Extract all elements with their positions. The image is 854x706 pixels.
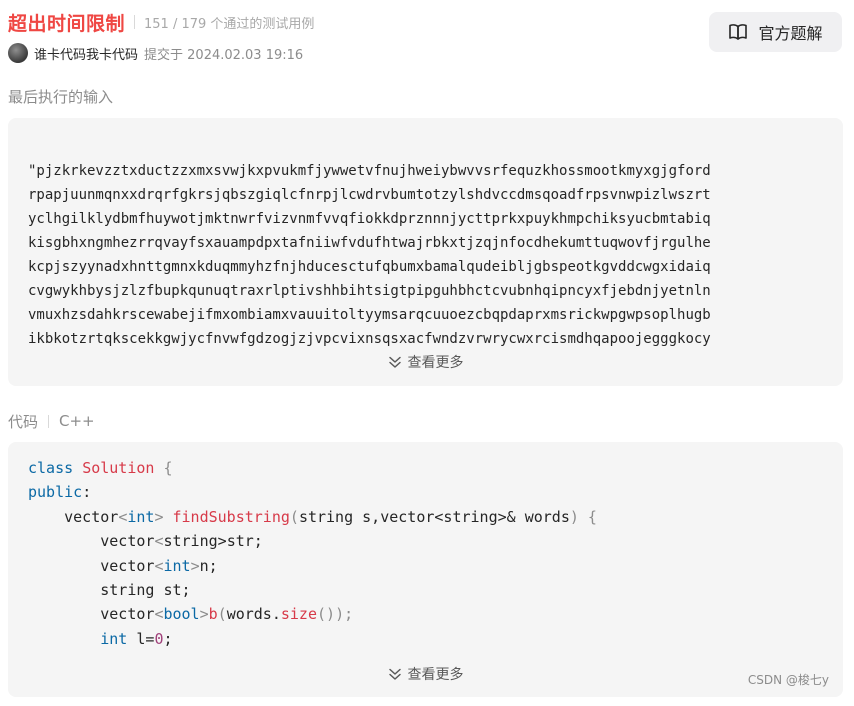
watermark: CSDN @梭七y (747, 673, 829, 687)
code-token: > (199, 605, 209, 624)
input-line: kisgbhxngmhezrrqvayfsxauampdpxtafniiwfvd… (28, 235, 711, 251)
code-language: C++ (59, 412, 95, 430)
code-token: public (28, 483, 83, 502)
code-token: > (190, 556, 200, 575)
code-line: int l=0; (28, 627, 597, 651)
code-token: { (578, 507, 597, 526)
code-line: public: (28, 480, 597, 504)
code-token: < (118, 507, 128, 526)
official-solution-label: 官方题解 (758, 24, 823, 43)
code-token: > (217, 532, 227, 551)
code-token: ) (569, 507, 579, 526)
code-line: vector<int>n; (28, 554, 597, 578)
submitted-time: 提交于 2024.02.03 19:16 (144, 47, 304, 63)
code-token: int (100, 629, 128, 648)
code-show-more-button[interactable]: 查看更多 (8, 664, 843, 684)
code-token: ( (217, 605, 227, 624)
code-token: Solution (82, 459, 155, 477)
input-line: vmuxhzsdahkrscewabejifmxombiamxvauuitolt… (28, 307, 711, 323)
input-line: ikbkotzrtqkscekkgwjycfnvwfgdzogjzjvpcvix… (28, 331, 711, 347)
book-icon (729, 24, 748, 40)
divider (134, 15, 136, 29)
input-line: yclhgilklydbmfhuywotjmktnwrfvizvnmfvvqfi… (28, 211, 711, 227)
code-token: string s,vector<string>& words (298, 507, 570, 526)
code-token: size (280, 605, 317, 624)
code-token: ); (335, 605, 354, 624)
code-label: 代码 (8, 412, 39, 431)
code-token: ; (163, 629, 173, 648)
code-token: vector (28, 556, 155, 575)
code-token: string st; (28, 581, 191, 600)
input-show-more-button[interactable]: 查看更多 (8, 352, 843, 372)
input-line: kcpjszyynadxhnttgmnxkduqmmyhzfnjhducesct… (28, 259, 711, 275)
last-input-label: 最后执行的输入 (8, 88, 114, 106)
code-line: vector<bool>b(words.size()); (28, 602, 597, 626)
avatar[interactable] (8, 43, 28, 63)
author-row: 谁卡代码我卡代码 提交于 2024.02.03 19:16 (8, 42, 303, 64)
code-token: ( (289, 507, 299, 526)
code-token: () (317, 605, 336, 624)
code-token: { (154, 459, 173, 477)
input-line: cvgwykhbysjzlzfbupkqunuqtraxrlptivshhbih… (28, 283, 711, 299)
chevron-double-down-icon (388, 668, 401, 680)
code-token: str; (226, 532, 263, 551)
divider (48, 414, 50, 428)
code-panel: class Solution {public: vector<int> find… (8, 442, 843, 697)
official-solution-button[interactable]: 官方题解 (709, 12, 842, 52)
chevron-double-down-icon (388, 356, 401, 368)
input-show-more-label: 查看更多 (407, 355, 464, 371)
code-token: vector (28, 507, 119, 526)
status-row: 超出时间限制 151 / 179 个通过的测试用例 (8, 8, 314, 36)
last-input-panel: "pjzkrkevzztxductzzxmxsvwjkxpvukmfjywwet… (8, 118, 843, 386)
code-token: words. (226, 605, 281, 624)
code-token: vector (28, 605, 155, 624)
code-token: l= (127, 629, 155, 648)
code-token: int (127, 507, 155, 526)
code-header: 代码 C++ (8, 410, 95, 432)
last-input-text: "pjzkrkevzztxductzzxmxsvwjkxpvukmfjywwet… (28, 135, 828, 386)
input-line: "pjzkrkevzztxductzzxmxsvwjkxpvukmfjywwet… (28, 163, 711, 179)
code-token: : (82, 483, 92, 502)
code-token: vector (28, 532, 155, 551)
code-token: string (163, 532, 218, 551)
code-show-more-label: 查看更多 (407, 667, 464, 683)
code-token: bool (163, 605, 200, 624)
code-line: class Solution { (28, 456, 597, 480)
code-line: vector<string>str; (28, 529, 597, 553)
code-token: findSubstring (172, 507, 290, 526)
code-line: vector<int> findSubstring(string s,vecto… (28, 505, 597, 529)
status-title: 超出时间限制 (8, 12, 126, 35)
code-token: b (208, 605, 218, 624)
code-token: class (28, 459, 74, 477)
code-line: string st; (28, 578, 597, 602)
input-line: rpapjuunmqnxxdrqrfgkrsjqbszgiqlcfnrpjlcw… (28, 187, 711, 203)
submission-header: 超出时间限制 151 / 179 个通过的测试用例 谁卡代码我卡代码 提交于 2… (8, 8, 844, 68)
code-token: n; (199, 556, 218, 575)
passed-count: 151 / 179 个通过的测试用例 (144, 16, 315, 32)
author-name[interactable]: 谁卡代码我卡代码 (34, 44, 138, 63)
code-token: int (163, 556, 191, 575)
code-block: class Solution {public: vector<int> find… (28, 456, 597, 651)
